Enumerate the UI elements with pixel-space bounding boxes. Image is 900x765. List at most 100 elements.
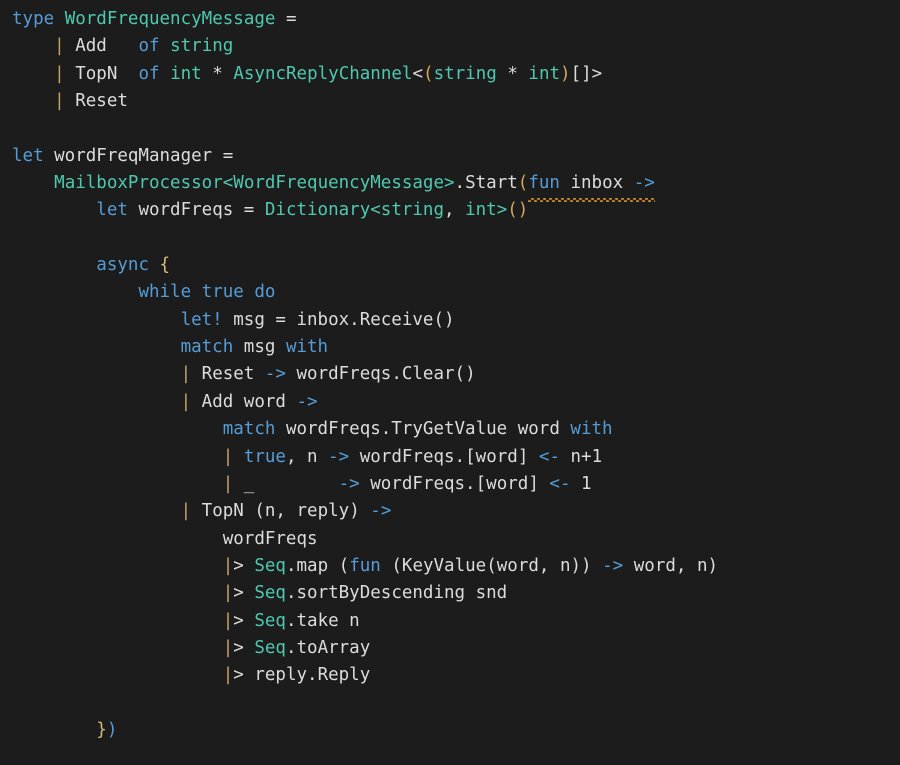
code-token-bar: | — [222, 637, 234, 658]
code-token-keyword: of — [138, 36, 160, 57]
code-token-keyword: match — [222, 419, 276, 440]
code-token-plain: , — [444, 200, 466, 221]
code-line[interactable]: MailboxProcessor<WordFrequencyMessage>.S… — [12, 170, 718, 203]
code-token-op: ) — [106, 719, 118, 740]
code-line[interactable]: match msg with — [12, 334, 718, 361]
code-token-type: Seq — [254, 583, 286, 604]
code-token-plain: word — [475, 446, 518, 467]
code-line[interactable]: async { — [12, 252, 718, 279]
code-line[interactable]: | TopN (n, reply) -> — [12, 498, 718, 525]
code-token-plain: Add — [64, 36, 139, 57]
code-token-keyword: true — [243, 446, 286, 467]
code-token-angle: ) — [707, 555, 719, 576]
code-token-punct: () — [507, 200, 529, 221]
code-line[interactable]: |> Seq.map (fun (KeyValue(word, n)) -> w… — [12, 553, 718, 580]
code-line[interactable]: | Reset — [12, 88, 718, 115]
code-line[interactable]: |> Seq.take n — [12, 608, 718, 635]
code-line[interactable]: | true, n -> wordFreqs.[word] <- n+1 — [12, 444, 718, 471]
code-line[interactable]: |> Seq.toArray — [12, 635, 718, 662]
code-token-keyword: let — [12, 145, 44, 166]
code-line[interactable]: | _ -> wordFreqs.[word] <- 1 — [12, 471, 718, 498]
code-line[interactable]: let wordFreqs = Dictionary<string, int>(… — [12, 197, 718, 224]
code-token-plain: .map — [285, 555, 339, 576]
code-token-plain: word, n — [496, 555, 571, 576]
code-token-op: -> — [338, 473, 360, 494]
code-token-bar: | — [222, 665, 234, 686]
code-token-angle: () — [454, 364, 476, 385]
code-line[interactable] — [12, 115, 718, 142]
code-line[interactable]: }) — [12, 717, 718, 744]
code-token-plain: .take n — [285, 610, 360, 631]
code-token-keyword: true — [201, 282, 244, 303]
code-token-plain: wordFreqManager = — [43, 145, 234, 166]
code-token-plain: reply.Reply — [243, 665, 371, 686]
code-token-plain: wordFreqs.Clear — [285, 364, 455, 385]
code-token-type: int — [528, 63, 561, 84]
code-token-angle: > — [233, 665, 244, 686]
code-content-area[interactable]: type WordFrequencyMessage = | Add of str… — [12, 6, 718, 765]
code-token-op: <- — [538, 446, 560, 467]
code-token-op: -> — [370, 501, 392, 522]
code-line[interactable] — [12, 744, 718, 765]
code-token-star: * — [212, 63, 223, 84]
code-line[interactable]: let! msg = inbox.Receive() — [12, 307, 718, 334]
code-token-plain: wordFreqs.TryGetValue word — [275, 419, 571, 440]
code-token-angle: ) — [349, 501, 360, 522]
code-token-plain: wordFreqs. — [359, 473, 476, 494]
code-token-angle: ] — [517, 446, 529, 467]
code-line[interactable]: type WordFrequencyMessage = — [12, 6, 718, 33]
code-line[interactable]: while true do — [12, 279, 718, 306]
code-token-keyword: type — [12, 9, 55, 29]
code-token-angle: ] — [528, 473, 539, 494]
code-token-type: < — [222, 173, 234, 194]
code-token-angle: [] — [570, 63, 592, 84]
code-token-op: -> — [264, 364, 286, 385]
code-token-plain: word — [486, 473, 529, 494]
code-token-angle: > — [591, 63, 603, 84]
code-token-plain: 1 — [570, 473, 592, 494]
code-token-type: string — [170, 36, 234, 57]
code-token-type: WordFrequencyMessage — [64, 9, 276, 29]
code-token-op: -> — [328, 446, 350, 467]
code-line[interactable]: let wordFreqManager = — [12, 143, 718, 170]
code-token-bar: | — [180, 364, 192, 385]
code-token-plain: = — [285, 9, 297, 29]
code-token-type: string — [433, 63, 497, 84]
code-line[interactable]: match wordFreqs.TryGetValue word with — [12, 416, 718, 443]
code-line[interactable]: | Add word -> — [12, 389, 718, 416]
code-token-angle: [ — [465, 446, 476, 467]
code-line[interactable] — [12, 690, 718, 717]
code-token-angle: < — [412, 63, 424, 84]
code-token-keyword: with — [285, 337, 329, 358]
code-token-type: int — [465, 200, 497, 221]
code-token-type: Seq — [254, 637, 286, 658]
code-line[interactable]: |> Seq.sortByDescending snd — [12, 580, 718, 607]
code-token-keyword: fun — [349, 555, 381, 576]
code-line[interactable] — [12, 225, 718, 252]
code-line[interactable]: | Reset -> wordFreqs.Clear() — [12, 361, 718, 388]
code-editor-viewport[interactable]: type WordFrequencyMessage = | Add of str… — [0, 0, 900, 765]
code-token-angle: () — [433, 309, 455, 330]
code-line[interactable]: | TopN of int * AsyncReplyChannel<(strin… — [12, 61, 718, 88]
code-line[interactable]: | Add of string — [12, 33, 718, 60]
code-line[interactable]: wordFreqs — [12, 526, 718, 553]
code-line[interactable]: |> reply.Reply — [12, 662, 718, 689]
